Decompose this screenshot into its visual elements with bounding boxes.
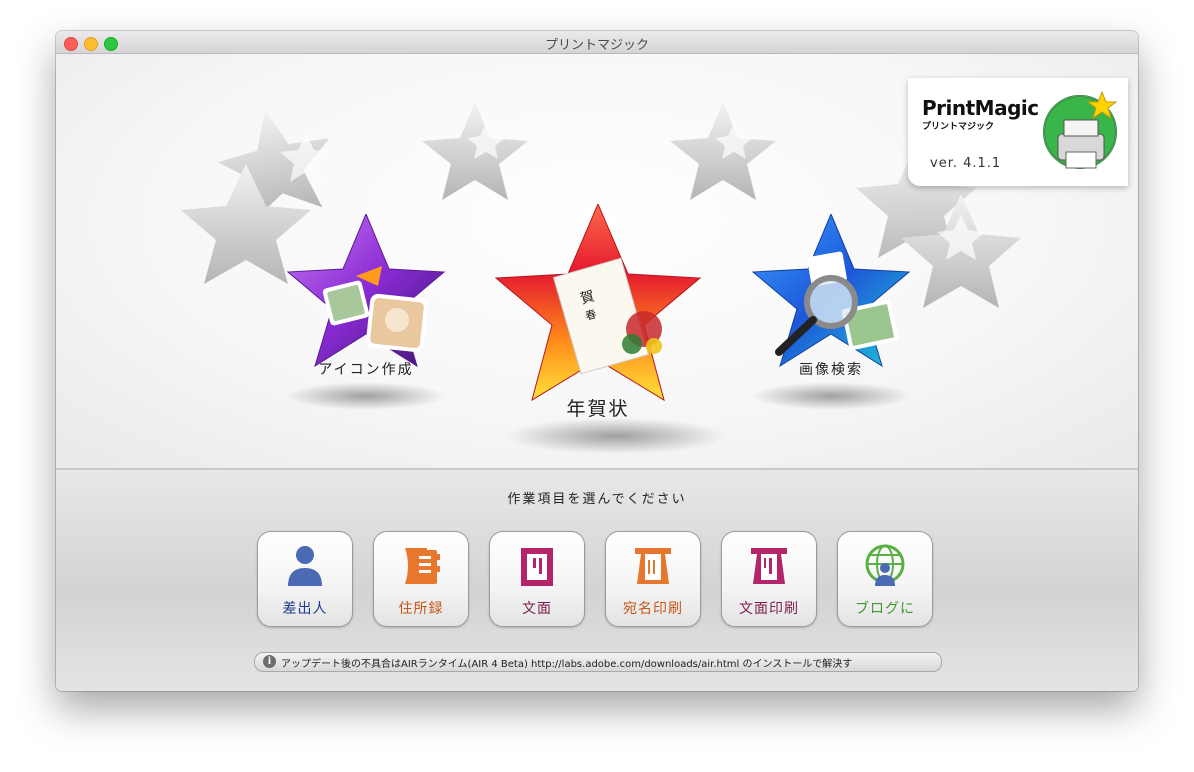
card-design-button[interactable]: 文面 bbox=[489, 531, 585, 627]
address-book-button[interactable]: 住所録 bbox=[373, 531, 469, 627]
photo-collage-icon bbox=[286, 212, 446, 368]
person-icon bbox=[288, 546, 322, 586]
update-notice-text: アップデート後の不具合はAIRランタイム(AIR 4 Beta) http://… bbox=[281, 659, 853, 670]
version-label: ver. 4.1.1 bbox=[930, 156, 1002, 171]
app-logo: PrintMagic プリントマジック ver. 4.1.1 bbox=[908, 78, 1128, 186]
address-print-button[interactable]: 宛名印刷 bbox=[605, 531, 701, 627]
update-notice: i アップデート後の不具合はAIRランタイム(AIR 4 Beta) http:… bbox=[254, 652, 942, 672]
address-book-icon bbox=[405, 548, 440, 584]
sender-button[interactable]: 差出人 bbox=[257, 531, 353, 627]
card-design-icon bbox=[521, 548, 553, 586]
image-search-label: 画像検索 bbox=[799, 362, 863, 378]
address-print-label: 宛名印刷 bbox=[623, 601, 683, 617]
new-year-card-icon: 賀 春 bbox=[494, 202, 702, 402]
new-year-card-label: 年賀状 bbox=[566, 398, 630, 420]
address-book-label: 住所録 bbox=[398, 601, 444, 617]
icon-maker-feature[interactable]: アイコン作成 bbox=[286, 212, 446, 414]
new-year-card-feature[interactable]: 賀 春 年賀状 bbox=[494, 202, 702, 444]
printer-globe-icon bbox=[1043, 90, 1118, 169]
card-print-button[interactable]: 文面印刷 bbox=[721, 531, 817, 627]
feature-showcase: アイコン作成 賀 春 年賀状 画像検索 PrintMagic プリントマジック … bbox=[56, 54, 1138, 470]
app-window: プリントマジック アイコン作成 賀 春 年賀状 画像検索 PrintMagic … bbox=[56, 31, 1138, 691]
image-search-feature[interactable]: 画像検索 bbox=[751, 212, 911, 414]
info-icon: i bbox=[263, 655, 276, 668]
icon-maker-label: アイコン作成 bbox=[318, 362, 414, 378]
card-print-icon bbox=[751, 548, 787, 584]
sender-label: 差出人 bbox=[282, 601, 328, 617]
blog-button[interactable]: ブログに bbox=[837, 531, 933, 627]
card-print-label: 文面印刷 bbox=[739, 601, 799, 617]
address-print-icon bbox=[635, 548, 671, 584]
globe-person-icon bbox=[865, 544, 905, 586]
task-panel: 作業項目を選んでください 差出人 住所録 文面 宛名印刷 文面印刷 ブログに i… bbox=[56, 470, 1138, 691]
task-prompt: 作業項目を選んでください bbox=[507, 492, 687, 507]
title-bar: プリントマジック bbox=[56, 31, 1138, 54]
logo-subtitle: プリントマジック bbox=[922, 122, 995, 132]
window-title: プリントマジック bbox=[544, 38, 649, 53]
blog-label: ブログに bbox=[855, 601, 915, 617]
magnifier-photo-icon bbox=[751, 212, 911, 368]
card-design-label: 文面 bbox=[522, 601, 552, 617]
logo-title: PrintMagic bbox=[922, 96, 1039, 120]
